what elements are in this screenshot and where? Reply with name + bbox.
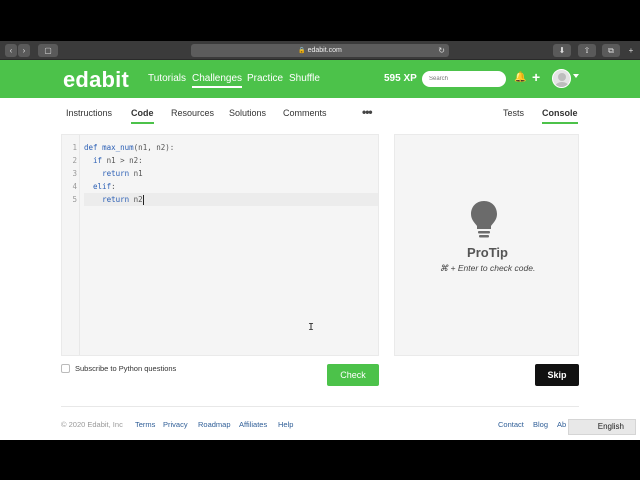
logo[interactable]: edabit	[63, 67, 129, 93]
footer-link-terms[interactable]: Terms	[135, 420, 155, 429]
lightbulb-icon	[471, 201, 497, 238]
skip-button[interactable]: Skip	[535, 364, 579, 386]
avatar-head	[558, 73, 566, 81]
nav-challenges[interactable]: Challenges	[192, 73, 243, 88]
tabs-icon[interactable]: ⧉	[602, 44, 620, 57]
reload-icon[interactable]: ↻	[438, 44, 445, 57]
download-icon[interactable]: ⬇	[553, 44, 571, 57]
line-number: 1	[72, 143, 77, 152]
tab-tests[interactable]: Tests	[503, 108, 524, 118]
code-text: n1 > n2:	[106, 156, 143, 165]
tab-solutions[interactable]: Solutions	[229, 108, 266, 118]
back-icon[interactable]: ‹	[5, 44, 17, 57]
code-text: n2	[133, 195, 143, 204]
code-line[interactable]: def max_num(n1, n2):	[84, 141, 378, 154]
tab-comments[interactable]: Comments	[283, 108, 327, 118]
code-line[interactable]: return n1	[84, 167, 378, 180]
subscribe-label: Subscribe to Python questions	[75, 364, 177, 373]
code-function-name: max_num	[102, 143, 134, 152]
plus-icon[interactable]: +	[532, 69, 540, 85]
browser-toolbar: ‹ › ▢ 🔒 edabit.com ↻ ⬇ ⇧ ⧉ +	[0, 41, 640, 60]
code-editor[interactable]: 1 2 3 4 5 def max_num(n1, n2): if n1 > n…	[61, 134, 379, 356]
avatar[interactable]	[552, 69, 571, 88]
tab-console[interactable]: Console	[542, 108, 578, 124]
tab-instructions[interactable]: Instructions	[66, 108, 112, 118]
text-caret	[142, 195, 144, 205]
footer-link-roadmap[interactable]: Roadmap	[198, 420, 231, 429]
share-icon[interactable]: ⇧	[578, 44, 596, 57]
line-number: 2	[72, 156, 77, 165]
search-input[interactable]	[422, 71, 506, 87]
new-tab-icon[interactable]: +	[624, 44, 638, 57]
chevron-down-icon[interactable]	[573, 74, 579, 78]
address-bar[interactable]: 🔒 edabit.com ↻	[191, 44, 449, 57]
protip-text: ⌘ + Enter to check code.	[439, 263, 536, 273]
code-keyword: def	[84, 143, 103, 152]
footer-link-contact[interactable]: Contact	[498, 420, 524, 429]
code-keyword: return	[102, 169, 134, 178]
copyright: © 2020 Edabit, Inc	[61, 420, 123, 429]
check-button[interactable]: Check	[327, 364, 379, 386]
avatar-body	[555, 82, 569, 87]
screen: ‹ › ▢ 🔒 edabit.com ↻ ⬇ ⇧ ⧉ + edabit Tutor…	[0, 0, 640, 480]
page: edabit Tutorials Challenges Practice Shu…	[0, 60, 640, 440]
bell-icon[interactable]: 🔔	[514, 72, 526, 83]
sidebar-icon[interactable]: ▢	[38, 44, 58, 57]
text-cursor-icon: I	[308, 322, 315, 333]
code-text: (n1, n2):	[133, 143, 175, 152]
footer-link-about[interactable]: Ab	[557, 420, 566, 429]
code-line[interactable]: elif:	[84, 180, 378, 193]
footer-link-privacy[interactable]: Privacy	[163, 420, 188, 429]
code-line-current[interactable]: return n2	[84, 193, 378, 206]
lock-icon: 🔒	[298, 48, 306, 54]
tab-code[interactable]: Code	[131, 108, 154, 124]
code-keyword: elif	[93, 182, 112, 191]
footer-divider	[61, 406, 579, 407]
forward-icon[interactable]: ›	[18, 44, 30, 57]
footer-link-help[interactable]: Help	[278, 420, 293, 429]
code-keyword: if	[93, 156, 107, 165]
footer-link-blog[interactable]: Blog	[533, 420, 548, 429]
checkbox[interactable]	[61, 364, 70, 373]
code-text: n1	[133, 169, 143, 178]
nav-practice[interactable]: Practice	[247, 73, 283, 84]
code-keyword: return	[102, 195, 134, 204]
console-panel: ProTip ⌘ + Enter to check code.	[394, 134, 579, 356]
line-number: 5	[72, 195, 77, 204]
url-text: edabit.com	[307, 47, 342, 54]
line-number-gutter: 1 2 3 4 5	[62, 135, 80, 355]
tab-resources[interactable]: Resources	[171, 108, 214, 118]
code-text: :	[111, 182, 116, 191]
footer-link-affiliates[interactable]: Affiliates	[239, 420, 267, 429]
tab-bar: Instructions Code Resources Solutions Co…	[0, 98, 640, 126]
language-selector[interactable]: English	[568, 419, 636, 435]
line-number: 4	[72, 182, 77, 191]
nav-shuffle[interactable]: Shuffle	[289, 73, 320, 84]
xp-counter: 595 XP	[384, 73, 417, 84]
line-number: 3	[72, 169, 77, 178]
top-navigation: edabit Tutorials Challenges Practice Shu…	[0, 60, 640, 98]
code-line[interactable]: if n1 > n2:	[84, 154, 378, 167]
more-icon[interactable]: •••	[362, 105, 373, 119]
protip-title: ProTip	[467, 245, 508, 260]
nav-tutorials[interactable]: Tutorials	[148, 73, 186, 84]
